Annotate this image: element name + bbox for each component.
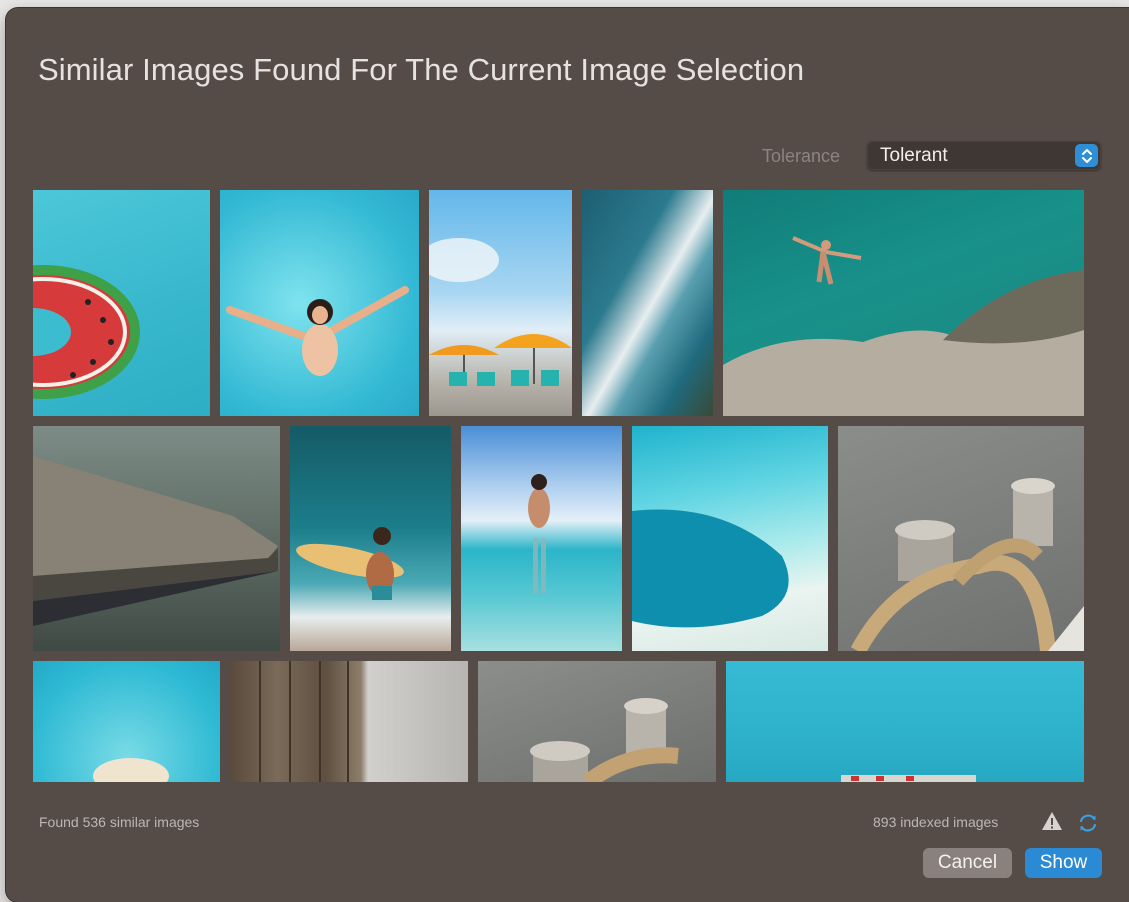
indexed-count-text: 893 indexed images [873,814,999,830]
thumbnail-image[interactable] [33,190,210,416]
thumbnail-image[interactable] [478,661,716,782]
thumbnail-image[interactable] [582,190,713,416]
thumbnail-image[interactable] [290,426,451,651]
similar-images-dialog: Similar Images Found For The Current Ima… [6,8,1129,902]
cancel-button[interactable]: Cancel [923,848,1012,878]
thumbnail-image[interactable] [230,661,468,782]
thumbnail-image[interactable] [33,426,280,651]
dialog-title: Similar Images Found For The Current Ima… [38,52,805,87]
thumbnail-image[interactable] [33,661,220,782]
show-button[interactable]: Show [1025,848,1102,878]
stepper-icon [1075,144,1098,167]
warning-icon[interactable] [1041,811,1063,831]
thumbnail-image[interactable] [723,190,1084,416]
thumbnail-image[interactable] [726,661,1084,782]
tolerance-label: Tolerance [762,146,841,166]
thumbnail-image[interactable] [838,426,1084,651]
thumbnail-image[interactable] [461,426,622,651]
thumbnail-image[interactable] [220,190,419,416]
tolerance-select-value: Tolerant [880,145,948,166]
thumbnail-image[interactable] [632,426,828,651]
found-count-text: Found 536 similar images [39,814,200,830]
refresh-icon[interactable] [1076,811,1100,835]
thumbnail-grid [33,190,1084,782]
thumbnail-image[interactable] [429,190,572,416]
tolerance-select[interactable]: Tolerant [867,141,1101,170]
